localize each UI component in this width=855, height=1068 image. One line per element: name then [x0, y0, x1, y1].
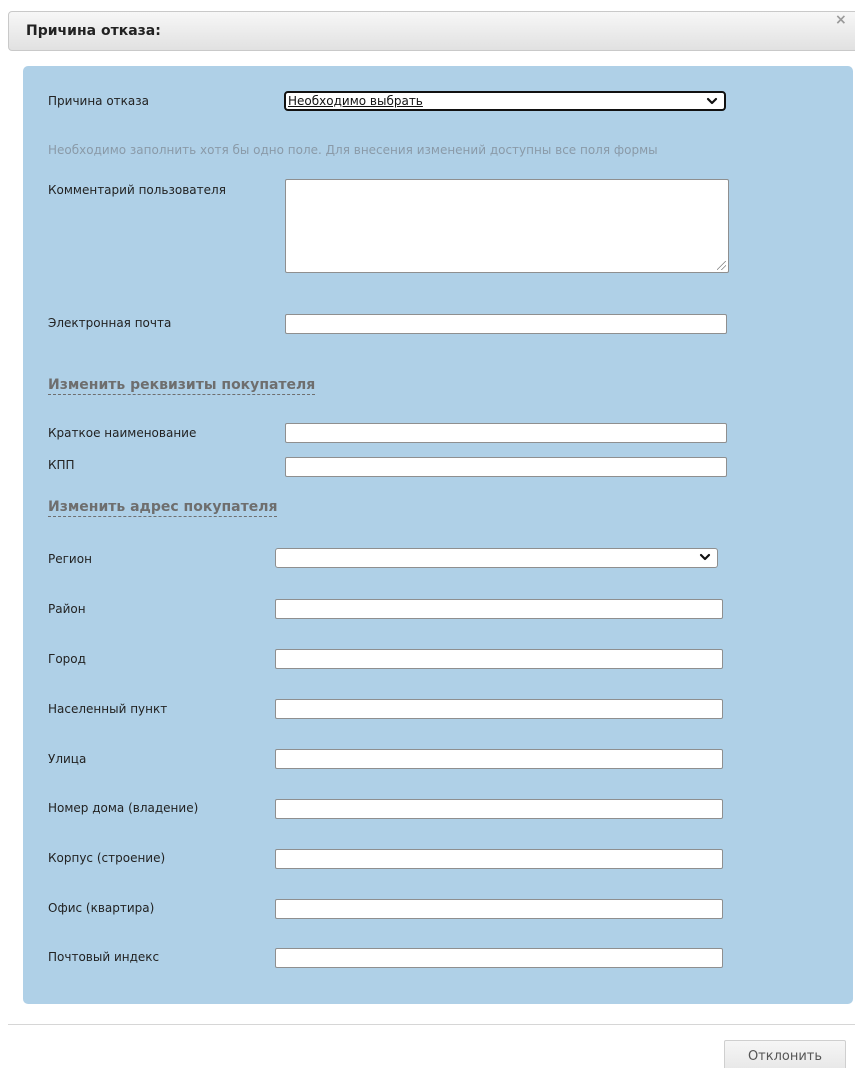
- postal-code-label: Почтовый индекс: [48, 950, 160, 964]
- email-input[interactable]: [285, 314, 727, 334]
- short-name-label: Краткое наименование: [48, 426, 197, 440]
- reason-select-value: Необходимо выбрать: [288, 94, 423, 108]
- dialog-title: Причина отказа:: [26, 23, 161, 39]
- reject-button[interactable]: Отклонить: [724, 1040, 846, 1068]
- region-select[interactable]: [275, 548, 718, 568]
- building-label: Корпус (строение): [48, 851, 166, 865]
- email-label: Электронная почта: [48, 316, 172, 330]
- close-icon[interactable]: ×: [835, 12, 855, 28]
- office-input[interactable]: [275, 899, 723, 919]
- comment-label: Комментарий пользователя: [48, 183, 226, 197]
- city-input[interactable]: [275, 649, 723, 669]
- street-input[interactable]: [275, 749, 723, 769]
- dialog-titlebar: Причина отказа:: [8, 11, 855, 51]
- footer-divider: [8, 1024, 855, 1025]
- district-label: Район: [48, 602, 86, 616]
- resize-grip-icon[interactable]: [717, 261, 726, 270]
- postal-code-input[interactable]: [275, 948, 723, 968]
- short-name-input[interactable]: [285, 423, 727, 443]
- edit-buyer-address-link[interactable]: Изменить адрес покупателя: [48, 499, 278, 517]
- kpp-input[interactable]: [285, 457, 727, 477]
- kpp-label: КПП: [48, 458, 75, 472]
- settlement-input[interactable]: [275, 699, 723, 719]
- reason-select[interactable]: Необходимо выбрать: [284, 91, 726, 111]
- reject-dialog: Причина отказа: × Причина отказа Необход…: [0, 0, 855, 1068]
- form-hint: Необходимо заполнить хотя бы одно поле. …: [48, 143, 658, 157]
- settlement-label: Населенный пункт: [48, 702, 168, 716]
- reason-label: Причина отказа: [48, 94, 150, 108]
- chevron-down-icon: [706, 97, 718, 105]
- building-input[interactable]: [275, 849, 723, 869]
- street-label: Улица: [48, 752, 87, 766]
- chevron-down-icon: [699, 553, 711, 561]
- edit-buyer-details-link[interactable]: Изменить реквизиты покупателя: [48, 377, 316, 395]
- house-label: Номер дома (владение): [48, 801, 199, 815]
- comment-textarea[interactable]: [285, 179, 729, 273]
- house-input[interactable]: [275, 799, 723, 819]
- region-label: Регион: [48, 552, 92, 566]
- office-label: Офис (квартира): [48, 901, 155, 915]
- district-input[interactable]: [275, 599, 723, 619]
- city-label: Город: [48, 652, 86, 666]
